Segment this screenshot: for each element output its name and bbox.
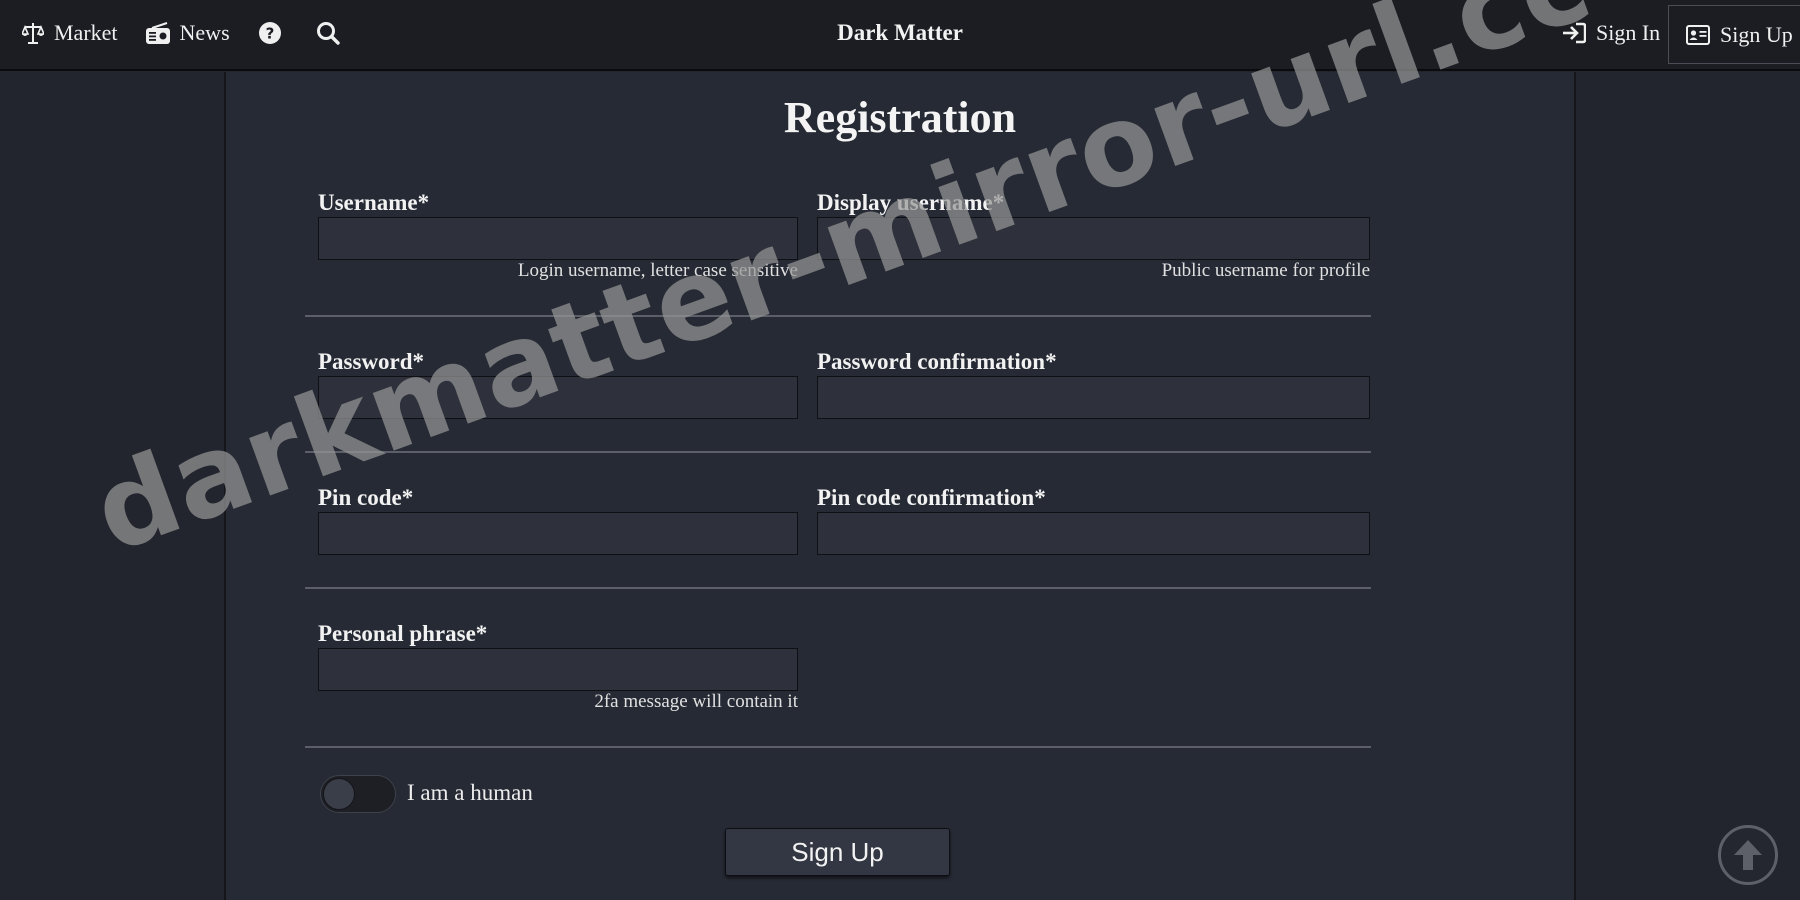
nav-market-label: Market <box>54 20 118 45</box>
page-title: Registration <box>783 93 1017 142</box>
password-confirmation-label: Password confirmation* <box>817 349 1057 374</box>
sign-in-link[interactable]: Sign In <box>1562 20 1660 46</box>
search-button[interactable] <box>316 21 340 45</box>
arrow-up-icon <box>1734 840 1762 870</box>
scale-icon <box>22 23 44 44</box>
password-input[interactable] <box>318 376 798 419</box>
personal-phrase-label: Personal phrase* <box>318 621 488 646</box>
search-icon <box>316 22 340 45</box>
brand-title[interactable]: Dark Matter <box>837 20 963 45</box>
sign-up-label: Sign Up <box>1720 21 1793 47</box>
personal-phrase-hint: 2fa message will contain it <box>594 691 798 712</box>
sign-in-label: Sign In <box>1596 20 1661 45</box>
section-divider <box>305 587 1371 589</box>
toggle-knob <box>323 778 355 810</box>
pin-code-confirmation-label: Pin code confirmation* <box>817 485 1046 510</box>
nav-news-link[interactable]: News <box>145 20 230 46</box>
username-hint: Login username, letter case sensitive <box>517 260 798 281</box>
section-divider <box>305 746 1371 748</box>
top-navbar: Market News ? Dark Matter Sign In Sign U… <box>0 0 1800 71</box>
radio-icon <box>145 22 170 44</box>
display-username-hint: Public username for profile <box>1161 260 1370 281</box>
password-confirmation-input[interactable] <box>817 376 1370 419</box>
personal-phrase-input[interactable] <box>318 648 798 691</box>
id-card-icon <box>1686 24 1710 45</box>
username-label: Username* <box>318 190 430 215</box>
scroll-to-top-button[interactable] <box>1718 825 1778 885</box>
nav-left-group: Market News ? <box>22 17 374 49</box>
human-toggle[interactable] <box>320 775 396 813</box>
sign-up-link[interactable]: Sign Up <box>1668 5 1800 64</box>
nav-news-label: News <box>179 20 230 45</box>
pin-code-confirmation-input[interactable] <box>817 512 1370 555</box>
help-button[interactable]: ? <box>258 21 282 45</box>
question-circle-icon: ? <box>258 22 281 44</box>
nav-market-link[interactable]: Market <box>22 20 118 46</box>
section-divider <box>305 451 1371 453</box>
sign-up-submit-button[interactable]: Sign Up <box>725 828 950 876</box>
display-username-input[interactable] <box>817 217 1370 260</box>
section-divider <box>305 315 1371 317</box>
display-username-label: Display username* <box>817 190 1005 215</box>
username-input[interactable] <box>318 217 798 260</box>
human-toggle-label: I am a human <box>407 780 533 805</box>
pin-code-input[interactable] <box>318 512 798 555</box>
sign-in-icon <box>1563 22 1586 44</box>
pin-code-label: Pin code* <box>318 485 414 510</box>
password-label: Password* <box>318 349 425 374</box>
svg-text:?: ? <box>265 25 274 43</box>
